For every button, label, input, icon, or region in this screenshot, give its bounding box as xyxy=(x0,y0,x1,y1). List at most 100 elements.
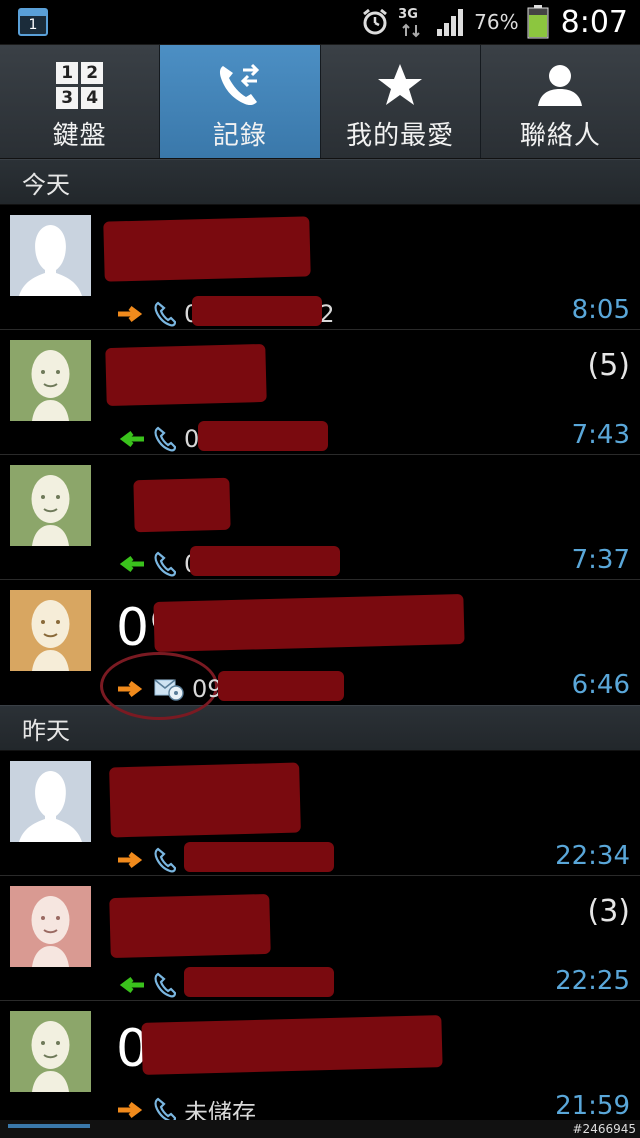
call-detail: 0 xyxy=(116,421,329,453)
call-log-screen: 1 3G 76% 8:07 1 2 3 4 鍵盤 記錄 我的最愛 聯絡人 今天 … xyxy=(0,0,640,1138)
redaction-mark xyxy=(192,296,322,326)
phone-number xyxy=(184,842,334,874)
call-time: 6:46 xyxy=(571,670,630,700)
log-entry[interactable]: 0 7:37 xyxy=(0,455,640,580)
female-silhouette-icon xyxy=(10,761,91,842)
watermark: #2466945 xyxy=(572,1122,637,1136)
call-time: 22:34 xyxy=(555,841,630,871)
call-detail xyxy=(116,967,334,999)
call-time: 22:25 xyxy=(555,966,630,996)
phone-icon xyxy=(154,426,176,452)
call-detail: 09 xyxy=(116,671,344,703)
section-header-today: 今天 xyxy=(0,159,640,205)
call-time: 7:37 xyxy=(571,545,630,575)
face-pink-avatar xyxy=(10,886,91,967)
scroll-indicator xyxy=(0,1120,640,1138)
battery-percent: 76% xyxy=(474,10,519,34)
log-entry[interactable]: 02 8:05 xyxy=(0,205,640,330)
calendar-icon: 1 xyxy=(18,8,48,36)
female-silhouette-icon xyxy=(10,215,91,296)
calendar-notification: 1 xyxy=(18,8,50,36)
clock: 8:07 xyxy=(560,4,628,40)
contact-name xyxy=(104,343,444,407)
tab-favorites-label: 我的最愛 xyxy=(346,121,455,151)
avatar xyxy=(10,465,91,546)
avatar xyxy=(10,215,91,296)
redaction-mark xyxy=(105,343,267,407)
call-detail: 0 xyxy=(116,546,340,578)
face-orange-avatar xyxy=(10,590,91,671)
redaction-mark xyxy=(141,1015,443,1075)
phone-number: 0 xyxy=(184,421,329,453)
message-icon xyxy=(154,679,184,701)
status-indicators: 3G 76% 8:07 xyxy=(360,0,630,44)
network-3g-icon: 3G xyxy=(398,5,428,39)
redaction-mark xyxy=(109,893,271,959)
outgoing-arrow-icon xyxy=(118,1102,143,1118)
contact-name: 0 xyxy=(104,1015,464,1079)
avatar xyxy=(10,590,91,671)
tab-logs-label: 記錄 xyxy=(212,121,267,151)
avatar xyxy=(10,1011,91,1092)
redaction-mark xyxy=(198,421,328,451)
incoming-arrow-icon xyxy=(119,431,144,447)
tab-contacts[interactable]: 聯絡人 xyxy=(481,45,640,158)
redaction-mark xyxy=(184,967,334,997)
log-entry[interactable]: 09 09 6:46 xyxy=(0,580,640,720)
incoming-arrow-icon xyxy=(119,977,144,993)
phone-icon xyxy=(154,301,176,327)
call-detail xyxy=(116,842,334,874)
tab-bar: 1 2 3 4 鍵盤 記錄 我的最愛 聯絡人 xyxy=(0,45,640,159)
tab-logs[interactable]: 記錄 xyxy=(160,45,321,158)
log-entry[interactable]: (3) 22:25 xyxy=(0,876,640,1001)
redaction-mark xyxy=(153,593,465,653)
contact-name xyxy=(104,762,444,838)
contact-name: 09 xyxy=(104,593,484,658)
calendar-day: 1 xyxy=(28,17,38,33)
tab-keypad-label: 鍵盤 xyxy=(52,121,107,151)
tab-keypad[interactable]: 1 2 3 4 鍵盤 xyxy=(0,45,161,158)
redaction-mark xyxy=(190,546,340,576)
face-green-avatar xyxy=(10,1011,91,1092)
redaction-mark xyxy=(218,671,344,701)
redaction-mark xyxy=(103,216,311,282)
face-green-avatar xyxy=(10,340,91,421)
face-green-avatar xyxy=(10,465,91,546)
phone-icon xyxy=(154,551,176,577)
log-entry[interactable]: 0 未儲存 21:59 xyxy=(0,1001,640,1127)
redaction-mark xyxy=(184,842,334,872)
outgoing-arrow-icon xyxy=(118,852,143,868)
call-count: (3) xyxy=(587,894,631,929)
tab-favorites[interactable]: 我的最愛 xyxy=(321,45,481,158)
incoming-arrow-icon xyxy=(119,556,144,572)
status-bar: 1 3G 76% 8:07 xyxy=(0,0,640,45)
contact-person-icon xyxy=(536,59,584,111)
call-log-icon xyxy=(217,59,263,111)
section-header-yesterday: 昨天 xyxy=(0,705,640,751)
contact-name xyxy=(104,890,444,959)
outgoing-arrow-icon xyxy=(118,306,143,322)
tab-contacts-label: 聯絡人 xyxy=(519,121,601,151)
battery-icon xyxy=(527,5,549,39)
star-icon xyxy=(376,59,424,111)
log-entry[interactable]: 22:34 xyxy=(0,751,640,876)
signal-strength-icon xyxy=(436,7,466,37)
phone-number: 09 xyxy=(192,671,344,703)
avatar xyxy=(10,340,91,421)
log-entry[interactable]: 0 (5) 7:43 xyxy=(0,330,640,455)
call-count: (5) xyxy=(587,348,631,383)
phone-number: 0 xyxy=(184,546,340,578)
avatar xyxy=(10,886,91,967)
redaction-mark xyxy=(133,477,231,533)
phone-number xyxy=(184,967,334,999)
keypad-icon: 1 2 3 4 xyxy=(56,61,104,109)
redaction-mark xyxy=(109,762,301,838)
alarm-clock-icon xyxy=(360,7,390,37)
call-time: 7:43 xyxy=(571,420,630,450)
call-time: 8:05 xyxy=(571,295,630,325)
avatar xyxy=(10,761,91,842)
contact-name xyxy=(103,216,444,282)
call-detail: 02 xyxy=(116,296,335,328)
phone-icon xyxy=(154,847,176,873)
call-time: 21:59 xyxy=(555,1091,630,1121)
